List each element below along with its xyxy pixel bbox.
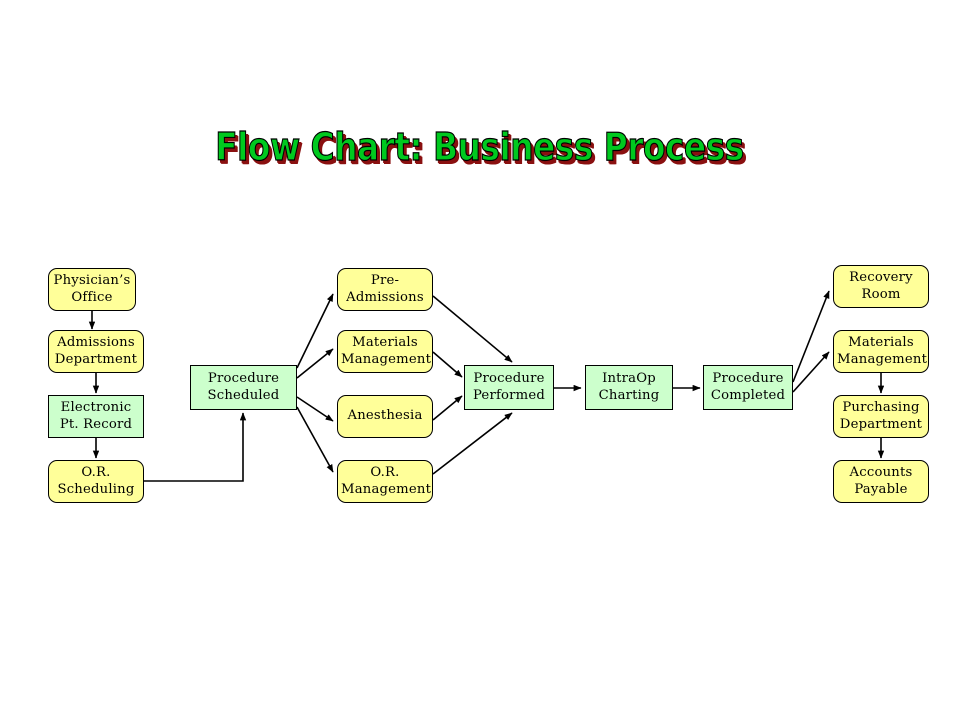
node-label: Materials Management [341,335,432,367]
node-materials-management-right[interactable]: Materials Management [833,330,929,373]
edge-procedure-scheduled-to-pre-admissions [296,293,334,369]
node-label: Electronic Pt. Record [59,400,133,432]
node-or-management[interactable]: O.R. Management [337,460,433,503]
node-electronic-pt-record[interactable]: Electronic Pt. Record [48,395,144,438]
edge-or-scheduling-to-procedure-scheduled [144,412,247,482]
node-label: Procedure Completed [710,371,786,403]
node-label: Pre- Admissions [346,273,424,305]
node-label: Accounts Payable [849,465,913,497]
node-accounts-payable[interactable]: Accounts Payable [833,460,929,503]
node-purchasing-department[interactable]: Purchasing Department [833,395,929,438]
node-label: Recovery Room [849,270,913,302]
node-recovery-room[interactable]: Recovery Room [833,265,929,308]
edge-materials-management-to-procedure-performed [432,351,463,378]
page-title: Flow Chart: Business Process [215,125,745,169]
node-pre-admissions[interactable]: Pre- Admissions [337,268,433,311]
node-procedure-scheduled[interactable]: Procedure Scheduled [190,365,297,410]
edge-procedure-scheduled-to-or-management [296,406,334,473]
node-label: Materials Management [837,335,928,367]
node-label: IntraOp Charting [598,371,660,403]
edge-procedure-completed-to-recovery-room [792,290,830,383]
node-label: Procedure Scheduled [207,371,280,403]
node-intraop-charting[interactable]: IntraOp Charting [585,365,673,410]
edge-anesthesia-to-procedure-performed [432,395,463,421]
node-label: O.R. Scheduling [57,465,135,497]
edge-procedure-scheduled-to-anesthesia [296,396,334,422]
node-anesthesia[interactable]: Anesthesia [337,395,433,438]
node-materials-management-mid[interactable]: Materials Management [337,330,433,373]
edge-or-management-to-procedure-performed [432,412,513,475]
node-procedure-performed[interactable]: Procedure Performed [464,365,554,410]
edge-procedure-scheduled-to-materials-management [296,348,334,379]
node-label: Purchasing Department [839,400,923,432]
edge-procedure-completed-to-materials-management-right [792,351,830,393]
edge-pre-admissions-to-procedure-performed [432,295,513,363]
node-procedure-completed[interactable]: Procedure Completed [703,365,793,410]
node-label: Anesthesia [347,408,423,424]
node-physicians-office[interactable]: Physician’s Office [48,268,136,311]
node-admissions-department[interactable]: Admissions Department [48,330,144,373]
node-label: Physician’s Office [53,273,131,305]
flowchart-canvas: Flow Chart: Business Process Physician’s… [0,0,959,719]
node-label: O.R. Management [341,465,432,497]
node-or-scheduling[interactable]: O.R. Scheduling [48,460,144,503]
node-label: Procedure Performed [472,371,546,403]
node-label: Admissions Department [54,335,138,367]
